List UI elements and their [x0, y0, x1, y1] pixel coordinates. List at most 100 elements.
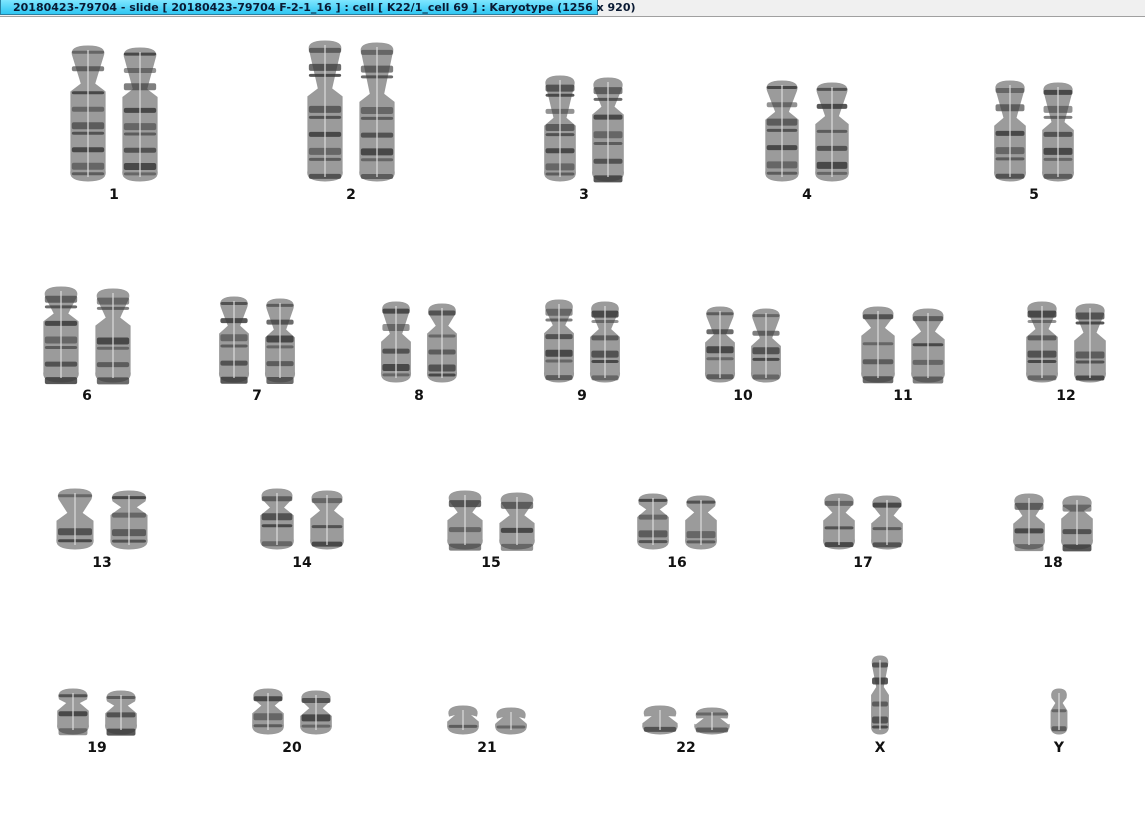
chromosome-label-17: 17: [853, 555, 873, 571]
chromosome-pair-20[interactable]: [243, 688, 341, 735]
window-title: 20180423-79704 - slide [ 20180423-79704 …: [13, 1, 636, 14]
chromosome-pair-13[interactable]: [47, 488, 157, 550]
chromosome-label-3: 3: [579, 187, 589, 203]
chromosome-pair-image: [70, 45, 158, 182]
chromosome-pair-8[interactable]: [372, 301, 466, 383]
chromosome-label-20: 20: [282, 740, 302, 756]
chromosome-pair-15[interactable]: [438, 490, 544, 551]
chromosome-pair-11[interactable]: [852, 306, 954, 384]
chromosome-label-8: 8: [414, 388, 424, 404]
chromosome-13-b: [110, 490, 148, 550]
chromosome-21-a: [447, 705, 479, 735]
chromosome-pair-6[interactable]: [34, 286, 140, 385]
chromosome-label-y: Y: [1053, 740, 1065, 756]
chromosome-pair-image: [861, 306, 945, 384]
active-window-tab[interactable]: 20180423-79704 - slide [ 20180423-79704 …: [0, 0, 636, 15]
chromosome-label-13: 13: [92, 555, 112, 571]
karyotype-canvas: 1 2 3 4 5 6 7 8 9 10 11 12 13 14 15 16 17 18 19 20 21 22 X Y: [0, 17, 1145, 840]
chromosome-6-a: [43, 286, 79, 385]
chromosome-label-10: 10: [733, 388, 753, 404]
chromosome-11-b: [911, 308, 945, 384]
chromosome-pair-image: [447, 705, 527, 735]
chromosome-pair-7[interactable]: [210, 296, 304, 385]
chromosome-pair-3[interactable]: [535, 75, 633, 183]
chromosome-20-a: [252, 688, 284, 735]
chromosome-pair-y[interactable]: [1038, 688, 1080, 735]
chromosome-16-a: [637, 493, 669, 550]
chromosome-pair-image: [43, 286, 131, 385]
chromosome-label-21: 21: [477, 740, 497, 756]
chromosome-20-b: [300, 690, 332, 735]
chromosome-22-a: [642, 705, 678, 735]
chromosome-2-a: [307, 40, 343, 182]
chromosome-pair-18[interactable]: [1004, 493, 1102, 552]
chromosome-4-b: [815, 82, 849, 182]
chromosome-label-7: 7: [252, 388, 262, 404]
chromosome-8-a: [380, 301, 412, 383]
chromosome-pair-image: [56, 488, 148, 550]
chromosome-9-b: [589, 301, 621, 383]
chromosome-pair-12[interactable]: [1017, 301, 1115, 383]
chromosome-2-b: [359, 42, 395, 182]
chromosome-label-5: 5: [1029, 187, 1039, 203]
chromosome-pair-image: [307, 40, 395, 182]
chromosome-label-14: 14: [292, 555, 312, 571]
chromosome-pair-17[interactable]: [814, 493, 912, 550]
chromosome-label-4: 4: [802, 187, 812, 203]
chromosome-pair-19[interactable]: [48, 688, 146, 736]
chromosome-5-b: [1042, 82, 1074, 182]
chromosome-pair-image: [1013, 493, 1093, 552]
chromosome-18-b: [1061, 495, 1093, 552]
chromosome-16-b: [685, 495, 717, 550]
chromosome-5-a: [994, 80, 1026, 182]
chromosome-pair-x[interactable]: [858, 655, 902, 735]
chromosome-pair-2[interactable]: [298, 40, 404, 182]
chromosome-pair-21[interactable]: [438, 705, 536, 735]
chromosome-pair-image: [1026, 301, 1106, 383]
chromosome-1-a: [70, 45, 106, 182]
chromosome-pair-image: [871, 655, 889, 735]
chromosome-11-a: [861, 306, 895, 384]
chromosome-1-b: [122, 47, 158, 182]
chromosome-pair-5[interactable]: [985, 80, 1083, 182]
chromosome-pair-image: [260, 488, 344, 550]
chromosome-19-a: [57, 688, 89, 736]
chromosome-pair-9[interactable]: [535, 299, 629, 383]
chromosome-7-a: [218, 296, 250, 384]
chromosome-8-b: [426, 303, 458, 383]
chromosome-pair-16[interactable]: [628, 493, 726, 550]
chromosome-pair-image: [1050, 688, 1068, 735]
chromosome-pair-22[interactable]: [633, 705, 739, 735]
chromosome-label-12: 12: [1056, 388, 1076, 404]
chromosome-15-b: [499, 492, 535, 551]
chromosome-pair-4[interactable]: [756, 80, 858, 182]
chromosome-label-11: 11: [893, 388, 913, 404]
chromosome-15-a: [447, 490, 483, 551]
chromosome-pair-10[interactable]: [696, 306, 790, 383]
chromosome-label-15: 15: [481, 555, 501, 571]
chromosome-12-b: [1074, 303, 1106, 383]
chromosome-18-a: [1013, 493, 1045, 552]
chromosome-pair-image: [218, 296, 296, 385]
chromosome-pair-1[interactable]: [61, 45, 167, 182]
chromosome-7-b: [264, 298, 296, 385]
chromosome-label-9: 9: [577, 388, 587, 404]
chromosome-pair-14[interactable]: [251, 488, 353, 550]
chromosome-10-b: [750, 308, 782, 383]
chromosome-label-2: 2: [346, 187, 356, 203]
chromosome-pair-image: [765, 80, 849, 182]
chromosome-pair-image: [994, 80, 1074, 182]
chromosome-3-a: [544, 75, 576, 182]
chromosome-12-a: [1026, 301, 1058, 383]
chromosome-label-19: 19: [87, 740, 107, 756]
chromosome-6-b: [95, 288, 131, 385]
chromosome-pair-image: [704, 306, 782, 383]
chromosome-label-22: 22: [676, 740, 696, 756]
chromosome-label-x: X: [874, 740, 886, 756]
chromosome-9-a: [543, 299, 575, 383]
chromosome-label-6: 6: [82, 388, 92, 404]
chromosome-17-b: [871, 495, 903, 550]
chromosome-19-b: [105, 690, 137, 736]
chromosome-pair-image: [57, 688, 137, 736]
chromosome-pair-image: [543, 299, 621, 383]
